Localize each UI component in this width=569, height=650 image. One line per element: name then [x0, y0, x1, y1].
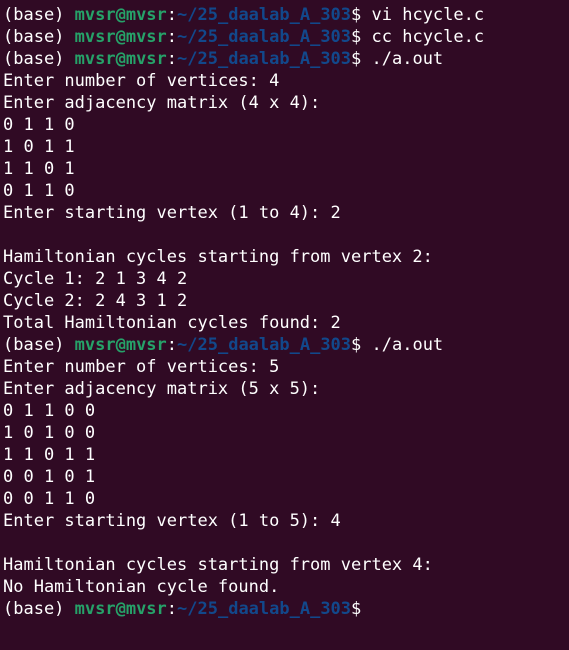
output-line: 0 1 1 0: [3, 115, 75, 135]
output-line: 0 1 1 0: [3, 181, 75, 201]
output-line: Enter starting vertex (1 to 5): 4: [3, 511, 341, 531]
prompt-line: (base) mvsr@mvsr:~/25_daalab_A_303$: [3, 598, 569, 620]
command-text: ./a.out: [371, 335, 444, 355]
output-line: 1 1 0 1: [3, 159, 75, 179]
output-line: 1 1 0 1 1: [3, 445, 96, 465]
prompt-colon: :: [166, 49, 178, 69]
prompt-line: (base) mvsr@mvsr:~/25_daalab_A_303$ ./a.…: [3, 48, 569, 70]
prompt-symbol: $: [351, 335, 372, 355]
terminal-window[interactable]: (base) mvsr@mvsr:~/25_daalab_A_303$ vi h…: [0, 0, 569, 650]
command-text: cc hcycle.c: [371, 27, 485, 47]
output-line: 1 0 1 1: [3, 137, 75, 157]
output-line: Enter adjacency matrix (4 x 4):: [3, 93, 321, 113]
user-host: mvsr@mvsr: [74, 5, 167, 25]
conda-env-label: (base): [3, 335, 75, 355]
output-line: Hamiltonian cycles starting from vertex …: [3, 555, 433, 575]
prompt-symbol: $: [351, 599, 372, 619]
working-directory: ~/25_daalab_A_303: [177, 49, 352, 69]
user-host: mvsr@mvsr: [74, 599, 167, 619]
command-text: ./a.out: [371, 49, 444, 69]
output-line: Enter adjacency matrix (5 x 5):: [3, 379, 321, 399]
working-directory: ~/25_daalab_A_303: [177, 599, 352, 619]
output-line: Hamiltonian cycles starting from vertex …: [3, 247, 433, 267]
user-host: mvsr@mvsr: [74, 49, 167, 69]
output-line: Enter number of vertices: 5: [3, 357, 280, 377]
prompt-symbol: $: [351, 49, 372, 69]
output-line: Enter starting vertex (1 to 4): 2: [3, 203, 341, 223]
conda-env-label: (base): [3, 5, 75, 25]
output-line: Total Hamiltonian cycles found: 2: [3, 313, 341, 333]
conda-env-label: (base): [3, 599, 75, 619]
working-directory: ~/25_daalab_A_303: [177, 335, 352, 355]
prompt-colon: :: [166, 335, 178, 355]
output-line: Enter number of vertices: 4: [3, 71, 280, 91]
output-line: 1 0 1 0 0: [3, 423, 96, 443]
output-line: 0 1 1 0 0: [3, 401, 96, 421]
prompt-colon: :: [166, 5, 178, 25]
prompt-symbol: $: [351, 5, 372, 25]
prompt-line: (base) mvsr@mvsr:~/25_daalab_A_303$ vi h…: [3, 4, 569, 26]
output-line: No Hamiltonian cycle found.: [3, 577, 280, 597]
output-line: Cycle 2: 2 4 3 1 2: [3, 291, 188, 311]
conda-env-label: (base): [3, 27, 75, 47]
prompt-symbol: $: [351, 27, 372, 47]
prompt-line: (base) mvsr@mvsr:~/25_daalab_A_303$ cc h…: [3, 26, 569, 48]
user-host: mvsr@mvsr: [74, 335, 167, 355]
output-line: 0 0 1 0 1: [3, 467, 96, 487]
output-line: Cycle 1: 2 1 3 4 2: [3, 269, 188, 289]
user-host: mvsr@mvsr: [74, 27, 167, 47]
output-line: 0 0 1 1 0: [3, 489, 96, 509]
working-directory: ~/25_daalab_A_303: [177, 27, 352, 47]
prompt-colon: :: [166, 27, 178, 47]
conda-env-label: (base): [3, 49, 75, 69]
prompt-colon: :: [166, 599, 178, 619]
working-directory: ~/25_daalab_A_303: [177, 5, 352, 25]
command-text: vi hcycle.c: [371, 5, 485, 25]
prompt-line: (base) mvsr@mvsr:~/25_daalab_A_303$ ./a.…: [3, 334, 569, 356]
